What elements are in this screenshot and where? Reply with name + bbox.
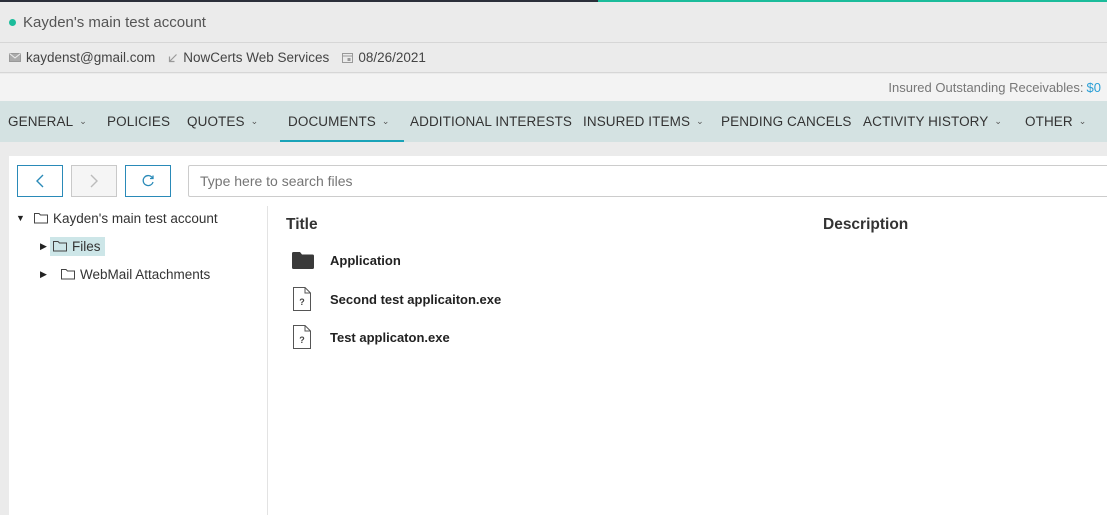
chevron-left-icon xyxy=(36,174,44,188)
tab-activity-history-label: ACTIVITY HISTORY xyxy=(863,114,989,129)
folder-icon xyxy=(292,252,330,269)
source-info: NowCerts Web Services xyxy=(168,50,329,65)
tab-other-label: OTHER xyxy=(1025,114,1073,129)
caret-right-icon[interactable]: ▶ xyxy=(40,241,50,252)
unknown-file-icon: ? xyxy=(292,287,330,311)
date-text: 08/26/2021 xyxy=(358,50,426,65)
tab-other[interactable]: OTHER ⌄ xyxy=(1025,101,1086,142)
file-title: Second test applicaiton.exe xyxy=(330,291,502,307)
file-row[interactable]: Application xyxy=(292,252,401,269)
tree-node-files[interactable]: ▶ Files xyxy=(40,234,105,258)
file-manager-panel: ▼ Kayden's main test account ▶ Files ▶ W… xyxy=(9,156,1107,515)
chevron-down-icon: ⌄ xyxy=(1078,116,1087,126)
file-search-input[interactable] xyxy=(188,165,1107,197)
tree-node-files-label: Files xyxy=(72,238,101,254)
file-title: Application xyxy=(330,253,401,268)
folder-tree: ▼ Kayden's main test account ▶ Files ▶ W… xyxy=(9,206,268,515)
receivables-amount-link[interactable]: $0 xyxy=(1087,80,1101,95)
chevron-down-icon: ⌄ xyxy=(696,116,704,126)
tab-policies-label: POLICIES xyxy=(107,114,171,129)
email-text: kaydenst@gmail.com xyxy=(26,50,156,65)
folder-outline-icon xyxy=(53,241,67,252)
column-header-title[interactable]: Title xyxy=(286,216,318,234)
tab-general[interactable]: GENERAL ⌄ xyxy=(8,101,87,142)
tab-insured-items-label: INSURED ITEMS xyxy=(583,114,691,129)
tab-quotes-label: QUOTES xyxy=(187,114,245,129)
account-info-bar: kaydenst@gmail.com NowCerts Web Services… xyxy=(0,43,1107,73)
status-dot-icon xyxy=(9,18,16,26)
file-row[interactable]: ? Test applicaton.exe xyxy=(292,325,450,349)
date-info: 08/26/2021 xyxy=(342,50,426,65)
source-text: NowCerts Web Services xyxy=(183,50,330,65)
account-header: Kayden's main test account xyxy=(0,2,1107,43)
caret-right-icon[interactable]: ▶ xyxy=(40,269,50,280)
arrow-down-left-icon xyxy=(169,53,178,62)
receivables-bar: Insured Outstanding Receivables: $0 xyxy=(0,74,1107,101)
tab-documents[interactable]: DOCUMENTS ⌄ xyxy=(280,101,404,142)
tab-additional-interests-label: ADDITIONAL INTERESTS xyxy=(410,114,573,129)
tree-node-webmail-label: WebMail Attachments xyxy=(80,266,211,282)
folder-outline-icon xyxy=(61,269,75,280)
tab-quotes[interactable]: QUOTES ⌄ xyxy=(187,101,258,142)
chevron-right-icon xyxy=(90,174,98,188)
tree-node-selected-highlight: Files xyxy=(50,236,105,256)
email-info[interactable]: kaydenst@gmail.com xyxy=(9,50,155,65)
svg-text:?: ? xyxy=(299,297,305,307)
forward-button[interactable] xyxy=(71,165,117,197)
documents-content: ▼ Kayden's main test account ▶ Files ▶ W… xyxy=(0,142,1107,515)
receivables-label: Insured Outstanding Receivables: xyxy=(888,80,1084,95)
main-nav: GENERAL ⌄ POLICIES QUOTES ⌄ DOCUMENTS ⌄ ADD… xyxy=(0,101,1107,142)
envelope-icon xyxy=(9,53,21,62)
unknown-file-icon: ? xyxy=(292,325,330,349)
chevron-down-icon: ⌄ xyxy=(79,116,87,126)
chevron-down-icon: ⌄ xyxy=(250,116,259,126)
file-row[interactable]: ? Second test applicaiton.exe xyxy=(292,287,501,311)
account-title: Kayden's main test account xyxy=(23,13,206,31)
folder-outline-icon xyxy=(34,213,48,224)
tab-documents-label: DOCUMENTS xyxy=(288,114,376,129)
tree-node-webmail-attachments[interactable]: ▶ WebMail Attachments xyxy=(40,262,210,286)
tree-root-label: Kayden's main test account xyxy=(53,210,218,226)
calendar-icon xyxy=(342,53,354,63)
tab-general-label: GENERAL xyxy=(8,114,74,129)
tab-policies[interactable]: POLICIES xyxy=(107,101,170,142)
refresh-icon xyxy=(142,174,154,187)
chevron-down-icon: ⌄ xyxy=(994,116,1003,126)
tab-pending-cancels-label: PENDING CANCELS xyxy=(721,114,852,129)
tab-pending-cancels[interactable]: PENDING CANCELS xyxy=(721,101,852,142)
chevron-down-icon: ⌄ xyxy=(381,116,390,126)
tree-root-node[interactable]: ▼ Kayden's main test account xyxy=(16,206,218,230)
refresh-button[interactable] xyxy=(125,165,171,197)
file-title: Test applicaton.exe xyxy=(330,329,450,345)
tab-additional-interests[interactable]: ADDITIONAL INTERESTS xyxy=(410,101,572,142)
tab-activity-history[interactable]: ACTIVITY HISTORY ⌄ xyxy=(863,101,1002,142)
column-header-description[interactable]: Description xyxy=(823,216,908,234)
caret-down-icon[interactable]: ▼ xyxy=(16,213,26,223)
svg-text:?: ? xyxy=(299,335,305,345)
tab-insured-items[interactable]: INSURED ITEMS ⌄ xyxy=(583,101,704,142)
back-button[interactable] xyxy=(17,165,63,197)
